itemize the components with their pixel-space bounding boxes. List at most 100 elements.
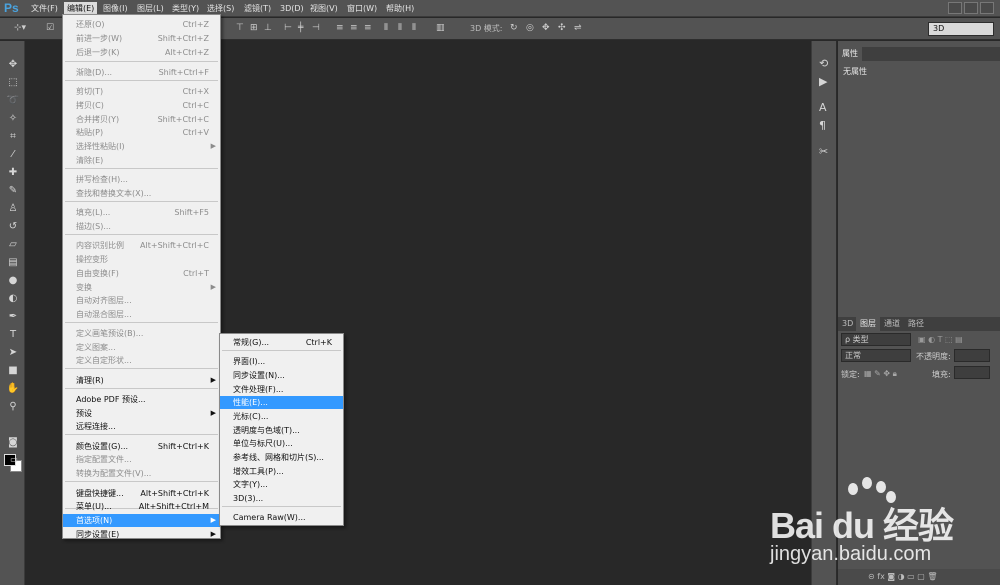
close-icon[interactable] (980, 2, 994, 14)
edit-menu-item[interactable]: 拼写检查(H)... (63, 173, 220, 186)
shape-tool-icon[interactable]: ■ (6, 365, 20, 376)
edit-menu-item[interactable]: 颜色设置(G)... Shift+Ctrl+K (63, 440, 220, 453)
layer-kind-filter[interactable]: ρ 类型 (841, 333, 911, 346)
lock-icons[interactable]: ▦ ✎ ✥ 🔒︎ (864, 369, 897, 379)
edit-menu-item[interactable]: 变换 ▶ (63, 281, 220, 294)
edit-menu-item[interactable]: 指定配置文件... (63, 453, 220, 466)
tool-presets-icon[interactable]: ✂ (819, 145, 828, 158)
preferences-menu-item[interactable]: 参考线、网格和切片(S)... (220, 451, 343, 464)
preferences-menu-item[interactable]: 单位与标尺(U)... (220, 437, 343, 450)
edit-menu-item[interactable]: 转换为配置文件(V)... (63, 467, 220, 480)
align-vcenter-icon[interactable]: ⊞ (250, 23, 258, 33)
edit-menu-item[interactable]: 操控变形 (63, 253, 220, 266)
move-tool-icon[interactable]: ✥ (6, 59, 20, 70)
history-brush-icon[interactable]: ↺ (6, 221, 20, 232)
magic-wand-icon[interactable]: ✧ (6, 113, 20, 124)
distribute-right-icon[interactable]: ⦀ (412, 23, 416, 33)
edit-menu-item[interactable]: 渐隐(D)... Shift+Ctrl+F (63, 66, 220, 79)
preferences-menu-item[interactable]: 增效工具(P)... (220, 465, 343, 478)
preferences-menu-item[interactable]: 文字(Y)... (220, 478, 343, 491)
marquee-tool-icon[interactable]: ⬚ (6, 77, 20, 88)
preferences-menu-item[interactable]: 光标(C)... (220, 410, 343, 423)
edit-menu-item[interactable]: 定义画笔预设(B)... (63, 327, 220, 340)
workspace-dropdown[interactable]: 3D (928, 22, 994, 36)
tab-3d[interactable]: 3D (838, 317, 857, 331)
paragraph-panel-icon[interactable]: ¶ (819, 119, 826, 132)
edit-menu-item[interactable]: 同步设置(E) ▶ (63, 528, 220, 541)
preferences-menu-item[interactable]: 透明度与色域(T)... (220, 424, 343, 437)
tab-paths[interactable]: 路径 (904, 317, 928, 331)
edit-menu-item[interactable]: 远程连接... (63, 420, 220, 433)
edit-menu-item[interactable]: 自动混合图层... (63, 308, 220, 321)
edit-menu-item[interactable]: 查找和替换文本(X)... (63, 187, 220, 200)
history-panel-icon[interactable]: ⟲ (819, 57, 828, 70)
align-hcenter-icon[interactable]: ╪ (298, 23, 303, 33)
3d-pan-icon[interactable]: ✥ (542, 23, 550, 33)
edit-menu-item[interactable]: 拷贝(C) Ctrl+C (63, 99, 220, 112)
edit-menu-item[interactable]: 前进一步(W) Shift+Ctrl+Z (63, 32, 220, 45)
distribute-top-icon[interactable]: ≡ (336, 23, 344, 33)
maximize-icon[interactable] (964, 2, 978, 14)
3d-slide-icon[interactable]: ✣ (558, 23, 566, 33)
edit-menu-item[interactable]: 后退一步(K) Alt+Ctrl+Z (63, 46, 220, 59)
blend-mode-select[interactable]: 正常 (841, 349, 911, 362)
edit-menu-item[interactable]: 还原(O) Ctrl+Z (63, 18, 220, 31)
edit-menu-item[interactable]: 键盘快捷键... Alt+Shift+Ctrl+K (63, 487, 220, 500)
edit-menu-item[interactable]: 内容识别比例 Alt+Shift+Ctrl+C (63, 239, 220, 252)
edit-menu-item[interactable]: 清理(R) ▶ (63, 374, 220, 387)
eraser-tool-icon[interactable]: ▱ (6, 239, 20, 250)
preferences-menu-item[interactable]: 界面(I)... (220, 355, 343, 368)
move-tool-icon[interactable]: ⊹▾ (14, 23, 26, 33)
align-right-icon[interactable]: ⊣ (312, 23, 320, 33)
edit-menu-item[interactable]: 首选项(N) ▶ (63, 514, 220, 527)
distribute-hcenter-icon[interactable]: ⦀ (398, 23, 402, 33)
zoom-tool-icon[interactable]: ⚲ (6, 401, 20, 412)
fill-input[interactable] (954, 366, 990, 379)
3d-roll-icon[interactable]: ◎ (526, 23, 534, 33)
edit-menu-item[interactable]: 清除(E) (63, 154, 220, 167)
dodge-tool-icon[interactable]: ◐ (6, 293, 20, 304)
menu-filter[interactable]: 滤镜(T) (241, 2, 274, 15)
layer-filter-icons[interactable]: ▣ ◐ T ⬚ ▤ (918, 335, 963, 344)
align-top-icon[interactable]: ⊤ (236, 23, 244, 33)
edit-menu-item[interactable]: 粘贴(P) Ctrl+V (63, 126, 220, 139)
lasso-tool-icon[interactable]: ➰ (6, 95, 20, 106)
preferences-menu-item[interactable]: 文件处理(F)... (220, 383, 343, 396)
quick-mask-icon[interactable]: ◙ (6, 437, 20, 448)
preferences-menu-item[interactable]: 3D(3)... (220, 492, 343, 505)
menu-window[interactable]: 窗口(W) (344, 2, 380, 15)
pen-tool-icon[interactable]: ✒ (6, 311, 20, 322)
eyedropper-icon[interactable]: ⁄ (6, 149, 20, 160)
auto-select-checkbox[interactable]: ☑ (46, 23, 54, 33)
3d-rotate-icon[interactable]: ↻ (510, 23, 518, 33)
preferences-menu-item[interactable]: Camera Raw(W)... (220, 511, 343, 524)
edit-menu-item[interactable]: 定义自定形状... (63, 354, 220, 367)
opacity-input[interactable] (954, 349, 990, 362)
preferences-menu-item[interactable]: 性能(E)... (220, 396, 343, 409)
blur-tool-icon[interactable]: ● (6, 275, 20, 286)
screen-mode-icon[interactable]: ▭ (7, 455, 21, 464)
3d-scale-icon[interactable]: ⇌ (574, 23, 582, 33)
path-select-icon[interactable]: ➤ (6, 347, 20, 358)
menu-help[interactable]: 帮助(H) (383, 2, 417, 15)
edit-menu-item[interactable]: 定义图案... (63, 341, 220, 354)
hand-tool-icon[interactable]: ✋ (6, 383, 20, 394)
clone-stamp-icon[interactable]: ♙ (6, 203, 20, 214)
edit-menu-item[interactable]: 填充(L)... Shift+F5 (63, 206, 220, 219)
crop-tool-icon[interactable]: ⌗ (6, 131, 20, 142)
type-tool-icon[interactable]: T (6, 329, 20, 340)
tab-channels[interactable]: 通道 (880, 317, 904, 331)
edit-menu-item[interactable]: 剪切(T) Ctrl+X (63, 85, 220, 98)
tab-properties[interactable]: 属性 (838, 47, 862, 61)
edit-menu-item[interactable]: 预设 ▶ (63, 407, 220, 420)
align-bottom-icon[interactable]: ⊥ (264, 23, 272, 33)
edit-menu-item[interactable]: 菜单(U)... Alt+Shift+Ctrl+M (63, 500, 220, 513)
tab-layers[interactable]: 图层 (856, 317, 880, 331)
edit-menu-item[interactable]: 合并拷贝(Y) Shift+Ctrl+C (63, 113, 220, 126)
healing-brush-icon[interactable]: ✚ (6, 167, 20, 178)
align-left-icon[interactable]: ⊢ (284, 23, 292, 33)
distribute-left-icon[interactable]: ⦀ (384, 23, 388, 33)
edit-menu-item[interactable]: Adobe PDF 预设... (63, 393, 220, 406)
menu-file[interactable]: 文件(F) (28, 2, 61, 15)
character-panel-icon[interactable]: A (819, 101, 827, 114)
